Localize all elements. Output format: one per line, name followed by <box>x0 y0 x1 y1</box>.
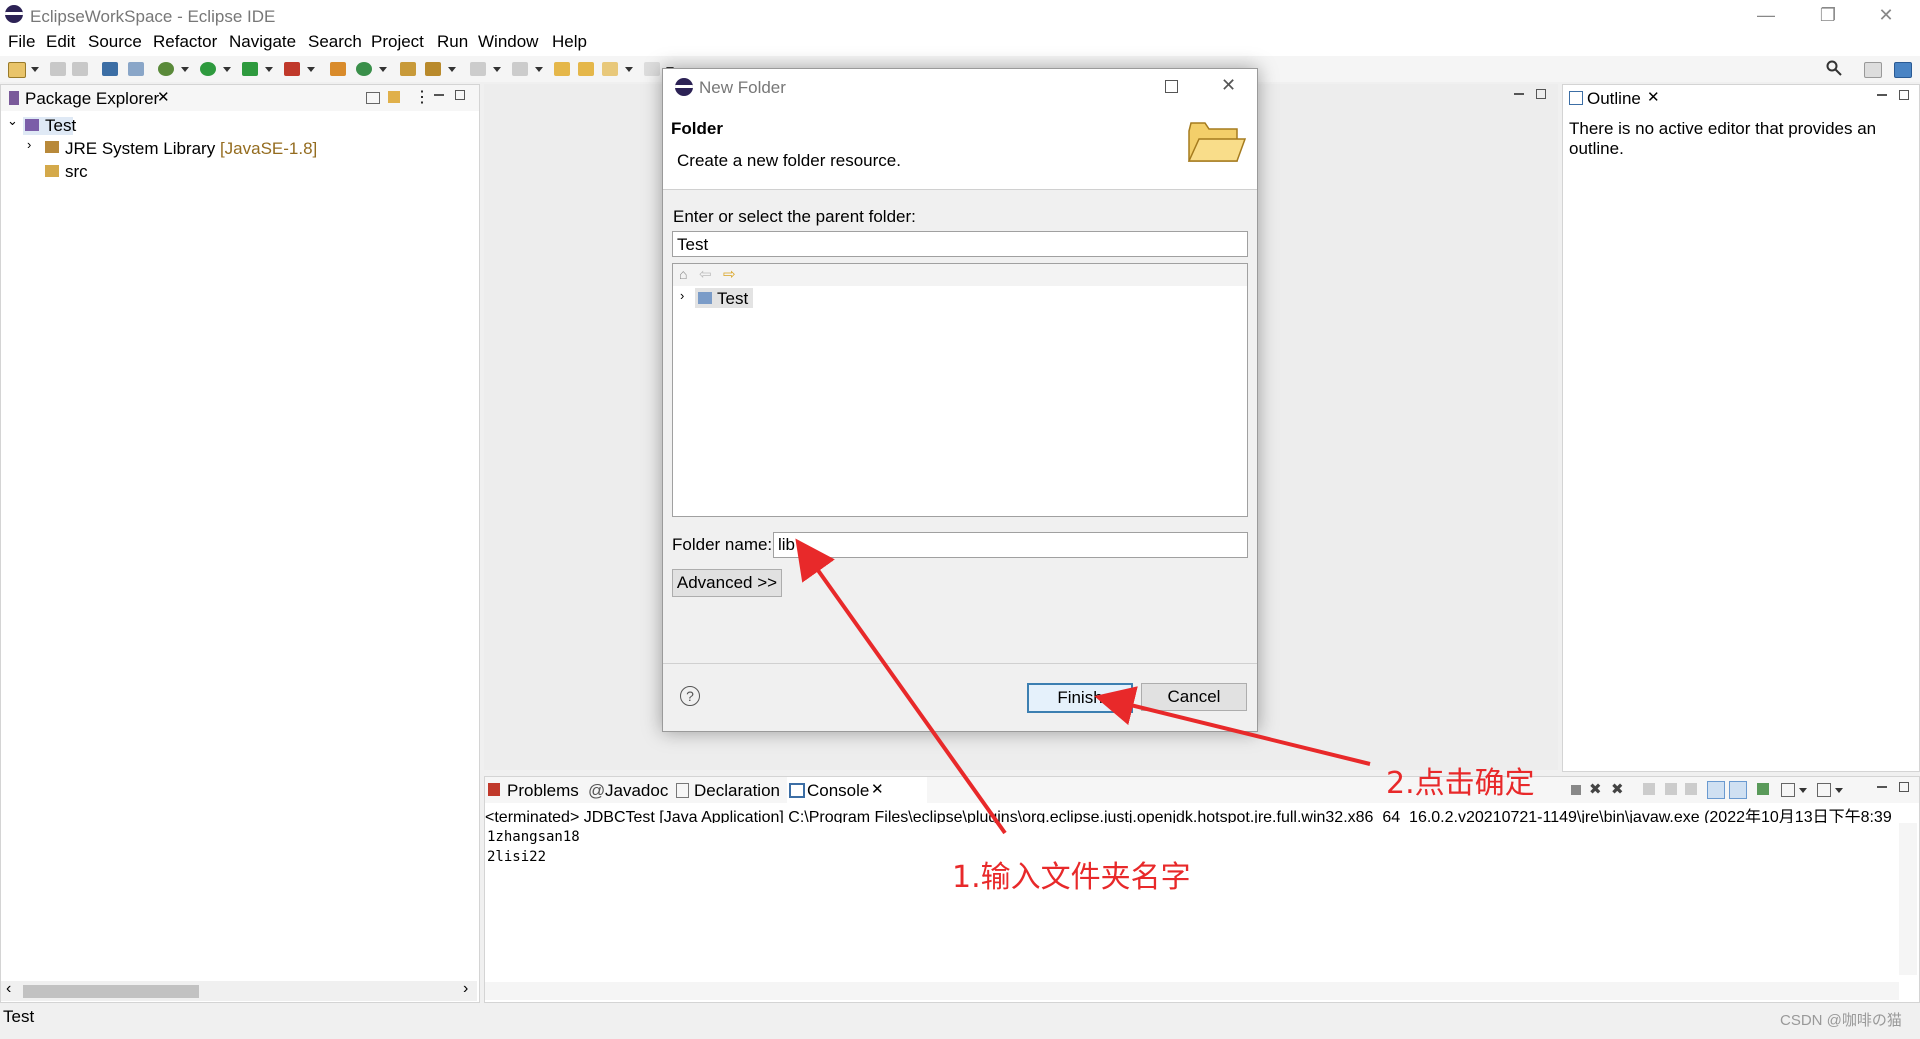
arrow-to-finish <box>1094 686 1371 766</box>
annotation-step2: 2.点击确定 <box>1386 766 1535 801</box>
annotation-step1: 1.输入文件夹名字 <box>952 860 1191 895</box>
arrow-to-folder-name <box>795 538 1007 835</box>
